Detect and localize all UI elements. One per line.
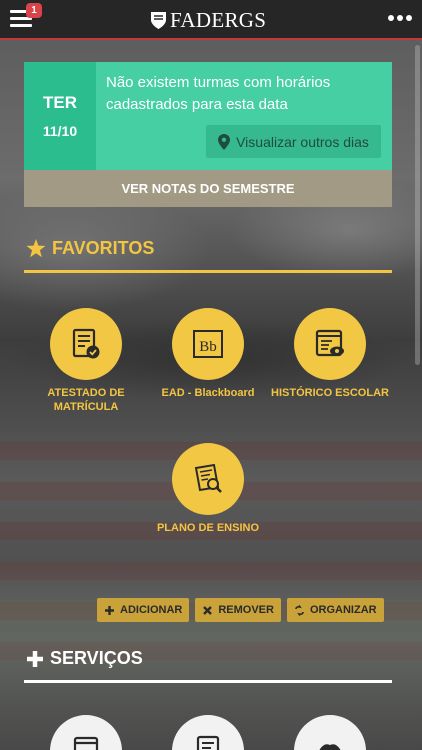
favorite-tile-blackboard[interactable]: Bb EAD - Blackboard	[143, 308, 273, 400]
favorite-label: EAD - Blackboard	[161, 387, 255, 399]
favorite-label: PLANO DE ENSINO	[156, 522, 260, 534]
plus-icon	[27, 650, 43, 667]
organize-favorites-button[interactable]: ORGANIZAR	[286, 598, 384, 622]
scrollbar[interactable]	[415, 45, 420, 365]
transcript-icon	[315, 329, 344, 357]
more-options-icon[interactable]	[388, 15, 412, 21]
teaching-plan-icon	[194, 463, 222, 493]
brand-name: FADERGS	[170, 8, 267, 32]
other-days-button[interactable]: Visualizar outros dias	[206, 125, 381, 158]
services-divider	[24, 680, 392, 683]
notification-badge: 1	[26, 3, 42, 18]
handshake-icon	[319, 744, 341, 750]
view-grades-button[interactable]: VER NOTAS DO SEMESTRE	[24, 170, 392, 207]
close-icon	[203, 605, 213, 615]
brand-logo: FADERGS	[150, 8, 266, 33]
browser-window-icon	[73, 736, 99, 750]
favorites-divider	[24, 270, 392, 273]
add-label: ADICIONAR	[120, 604, 183, 616]
favorite-label: ATESTADO DE MATRÍCULA	[47, 387, 125, 413]
organize-label: ORGANIZAR	[309, 604, 377, 616]
remove-favorite-button[interactable]: REMOVER	[195, 598, 281, 622]
add-favorite-button[interactable]: ADICIONAR	[97, 598, 190, 622]
favorite-tile-transcript[interactable]: HISTÓRICO ESCOLAR	[265, 308, 395, 400]
sort-icon	[295, 604, 304, 616]
map-pin-icon	[218, 133, 231, 150]
top-bar: 1 FADERGS	[0, 0, 422, 40]
day-name: TER	[43, 93, 77, 112]
svg-text:Bb: Bb	[199, 339, 217, 355]
id-card-icon	[196, 735, 220, 750]
certificate-icon	[72, 328, 100, 359]
plus-icon	[105, 605, 114, 615]
favorite-actions: ADICIONAR REMOVER ORGANIZAR	[97, 598, 384, 622]
schedule-message: Não existem turmas com horários cadastra…	[106, 74, 331, 113]
star-icon	[26, 239, 46, 258]
date-box[interactable]: TER 11/10	[24, 62, 96, 170]
favorite-tile-certificate[interactable]: ATESTADO DE MATRÍCULA	[21, 308, 151, 414]
schedule-card: TER 11/10 Não existem turmas com horário…	[24, 62, 392, 170]
favorite-tile-teaching-plan[interactable]: PLANO DE ENSINO	[143, 443, 273, 535]
favorite-label: HISTÓRICO ESCOLAR	[271, 387, 389, 399]
remove-label: REMOVER	[218, 604, 274, 616]
other-days-label: Visualizar outros dias	[236, 133, 369, 150]
favorites-header: FAVORITOS	[26, 238, 154, 259]
favorites-title: FAVORITOS	[52, 238, 155, 258]
services-title: SERVIÇOS	[50, 648, 143, 668]
blackboard-icon: Bb	[193, 330, 223, 358]
services-header: SERVIÇOS	[26, 648, 143, 669]
shield-logo-icon	[151, 12, 166, 29]
day-date: 11/10	[42, 123, 78, 139]
